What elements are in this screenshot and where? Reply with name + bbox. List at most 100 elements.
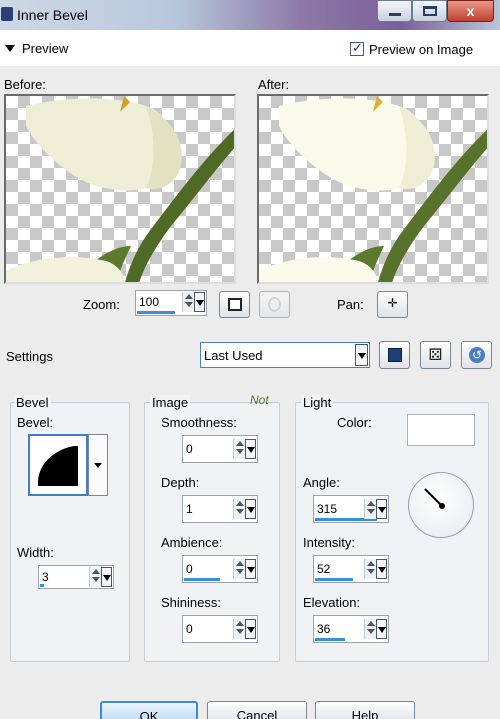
- randomize-button[interactable]: ⚄: [420, 341, 451, 369]
- reset-button[interactable]: ↺: [461, 341, 492, 369]
- bevel-shape-selector[interactable]: [28, 434, 88, 496]
- depth-dropdown-button[interactable]: [245, 499, 256, 519]
- color-label: Color:: [337, 415, 372, 430]
- zoom-to-fit-button[interactable]: [219, 291, 250, 318]
- width-label: Width:: [17, 545, 54, 560]
- close-icon: x: [466, 3, 475, 19]
- bevel-shape-icon: [38, 446, 78, 486]
- smoothness-stepper-arrows-icon[interactable]: [233, 439, 245, 459]
- depth-spinbox[interactable]: 1: [182, 495, 258, 523]
- watermark-logo: Not: [250, 393, 269, 407]
- smoothness-spinbox[interactable]: 0: [182, 435, 258, 463]
- collapse-arrow-icon[interactable]: [5, 45, 15, 52]
- zoom-stepper-arrows-icon[interactable]: [182, 292, 194, 312]
- angle-value[interactable]: 315: [317, 502, 337, 516]
- minimize-icon: [389, 13, 401, 16]
- ambience-label: Ambience:: [161, 535, 223, 550]
- width-level-bar: [40, 584, 44, 587]
- intensity-label: Intensity:: [303, 535, 356, 550]
- inner-bevel-dialog: Inner Bevel x Preview Preview on Image B…: [0, 0, 500, 719]
- bevel-dropdown-button[interactable]: [88, 434, 108, 496]
- close-button[interactable]: x: [447, 0, 494, 22]
- angle-dropdown-button[interactable]: [376, 499, 387, 519]
- preview-header: Preview Preview on Image: [0, 30, 500, 66]
- width-spinbox[interactable]: 3: [38, 565, 114, 589]
- settings-label: Settings: [6, 349, 53, 364]
- ambience-stepper-arrows-icon[interactable]: [233, 559, 245, 579]
- settings-preset-select[interactable]: Last Used: [200, 342, 370, 368]
- after-label: After:: [258, 77, 290, 92]
- window-title: Inner Bevel: [17, 7, 88, 23]
- intensity-value[interactable]: 52: [317, 562, 330, 576]
- angle-stepper-arrows-icon[interactable]: [364, 499, 376, 519]
- elevation-label: Elevation:: [303, 595, 361, 610]
- smoothness-value[interactable]: 0: [186, 442, 193, 456]
- intensity-spinbox[interactable]: 52: [313, 555, 389, 583]
- ambience-spinbox[interactable]: 0: [182, 555, 258, 583]
- preview-on-image-label[interactable]: Preview on Image: [369, 42, 473, 57]
- proof-icon: [268, 297, 281, 312]
- smoothness-dropdown-button[interactable]: [245, 439, 256, 459]
- elevation-stepper-arrows-icon[interactable]: [364, 619, 376, 639]
- intensity-level-bar: [315, 578, 353, 581]
- maximize-icon: [423, 6, 437, 16]
- pan-button[interactable]: ✛: [377, 291, 408, 318]
- before-preview[interactable]: [4, 94, 236, 284]
- shininess-dropdown-button[interactable]: [245, 619, 256, 639]
- zoom-label: Zoom:: [83, 297, 120, 312]
- save-preset-icon: [388, 348, 402, 362]
- shininess-value[interactable]: 0: [186, 622, 193, 636]
- intensity-stepper-arrows-icon[interactable]: [364, 559, 376, 579]
- randomize-dice-icon: ⚄: [428, 347, 443, 364]
- elevation-value[interactable]: 36: [317, 622, 330, 636]
- before-label: Before:: [4, 77, 46, 92]
- save-preset-button[interactable]: [379, 341, 410, 369]
- preview-section-label[interactable]: Preview: [22, 41, 68, 56]
- zoom-dropdown-button[interactable]: [194, 292, 205, 312]
- image-group-title: Image: [150, 395, 191, 410]
- zoom-value[interactable]: 100: [139, 295, 159, 309]
- ambience-level-bar: [184, 578, 220, 581]
- zoom-level-bar: [137, 311, 175, 314]
- elevation-spinbox[interactable]: 36: [313, 615, 389, 643]
- minimize-button[interactable]: [377, 0, 412, 22]
- zoom-spinbox[interactable]: 100: [135, 290, 207, 316]
- ok-button[interactable]: OK: [100, 701, 198, 719]
- after-preview[interactable]: [257, 94, 489, 284]
- angle-needle-icon: [424, 488, 445, 509]
- width-stepper-arrows-icon[interactable]: [89, 567, 101, 587]
- app-icon: [1, 7, 13, 21]
- shininess-label: Shininess:: [161, 595, 221, 610]
- cancel-button[interactable]: Cancel: [207, 701, 307, 719]
- title-bar[interactable]: Inner Bevel x: [0, 0, 500, 30]
- pan-label: Pan:: [337, 297, 364, 312]
- light-color-swatch[interactable]: [407, 414, 475, 446]
- angle-dial[interactable]: [408, 472, 474, 538]
- shininess-stepper-arrows-icon[interactable]: [233, 619, 245, 639]
- elevation-dropdown-button[interactable]: [376, 619, 387, 639]
- settings-preset-value: Last Used: [204, 348, 263, 363]
- proof-button[interactable]: [259, 291, 290, 318]
- bevel-group-title: Bevel: [14, 395, 51, 410]
- help-button[interactable]: Help: [315, 701, 415, 719]
- angle-spinbox[interactable]: 315: [313, 495, 389, 523]
- width-value[interactable]: 3: [42, 570, 49, 584]
- depth-value[interactable]: 1: [186, 502, 193, 516]
- pan-icon: ✛: [387, 296, 398, 310]
- elevation-level-bar: [315, 638, 345, 641]
- intensity-dropdown-button[interactable]: [376, 559, 387, 579]
- smoothness-label: Smoothness:: [161, 415, 237, 430]
- ambience-value[interactable]: 0: [186, 562, 193, 576]
- width-dropdown-button[interactable]: [101, 567, 112, 587]
- light-group-title: Light: [301, 395, 334, 410]
- depth-stepper-arrows-icon[interactable]: [233, 499, 245, 519]
- ambience-dropdown-button[interactable]: [245, 559, 256, 579]
- maximize-button[interactable]: [412, 0, 447, 22]
- shininess-spinbox[interactable]: 0: [182, 615, 258, 643]
- zoom-to-fit-icon: [228, 298, 242, 311]
- reset-icon: ↺: [469, 347, 485, 363]
- bevel-label: Bevel:: [17, 415, 54, 430]
- depth-label: Depth:: [161, 475, 200, 490]
- chevron-down-icon[interactable]: [355, 344, 368, 366]
- preview-on-image-checkbox[interactable]: [350, 40, 364, 56]
